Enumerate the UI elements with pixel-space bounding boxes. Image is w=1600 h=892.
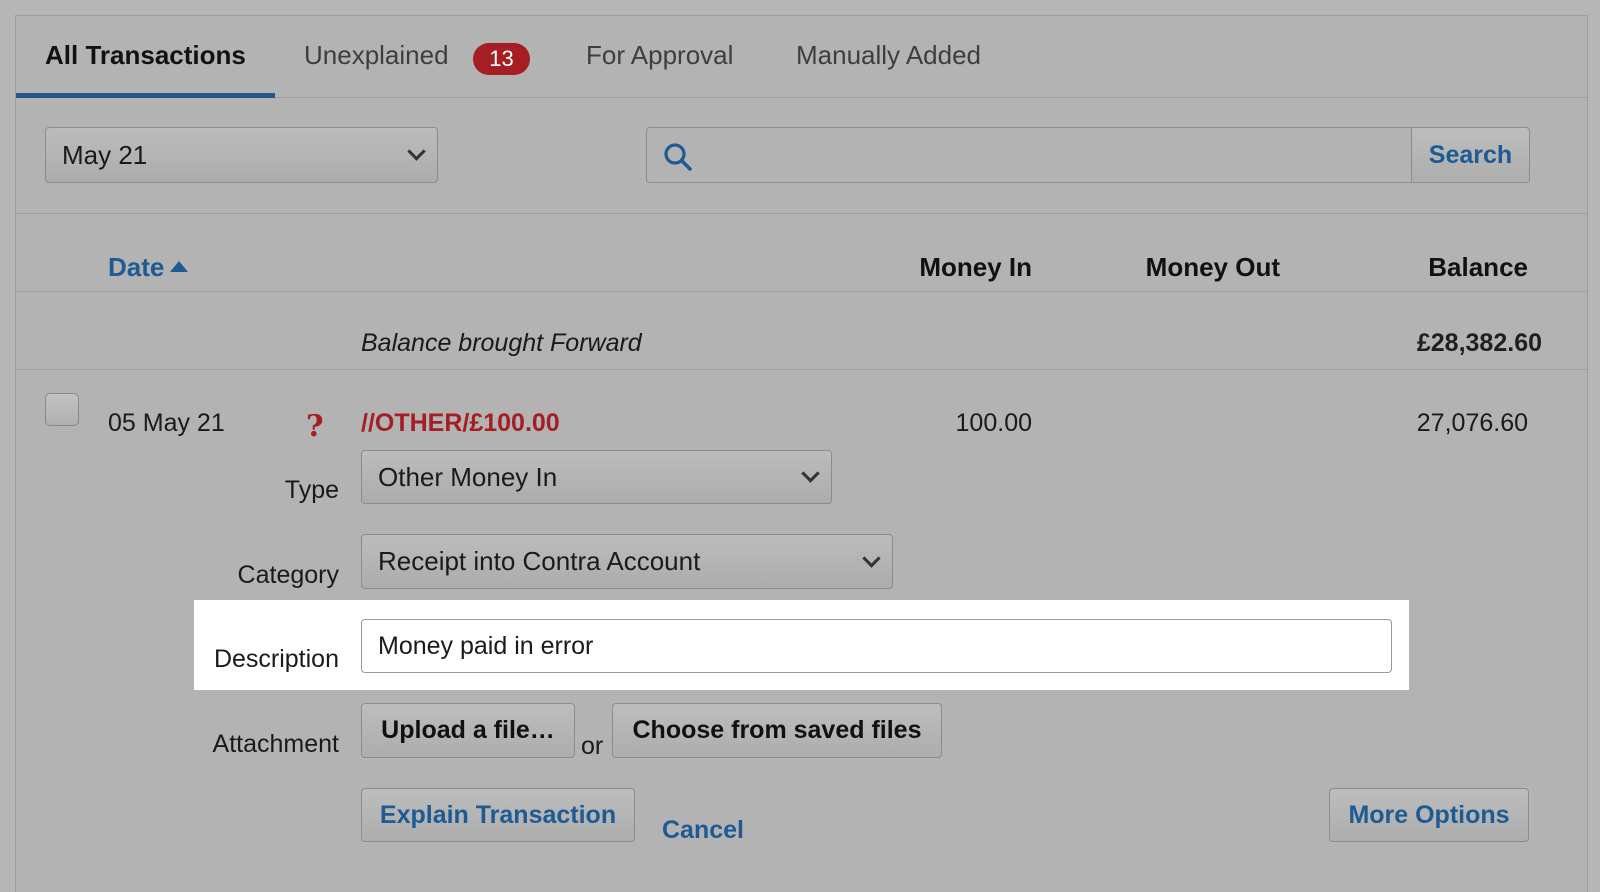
search-icon bbox=[664, 143, 692, 171]
explain-transaction-button[interactable]: Explain Transaction bbox=[361, 788, 635, 842]
tab-bar: All Transactions Unexplained 13 For Appr… bbox=[16, 16, 1587, 98]
category-select-value: Receipt into Contra Account bbox=[378, 546, 701, 576]
description-input[interactable]: Money paid in error bbox=[361, 619, 1392, 673]
tab-all-transactions[interactable]: All Transactions bbox=[45, 40, 246, 98]
unexplained-question-icon: ? bbox=[306, 409, 324, 444]
category-select[interactable]: Receipt into Contra Account bbox=[361, 534, 893, 589]
column-header-date[interactable]: Date bbox=[108, 252, 189, 283]
transaction-reference: //OTHER/£100.00 bbox=[361, 409, 560, 437]
balance-forward-label: Balance brought Forward bbox=[361, 329, 642, 357]
unexplained-count-badge: 13 bbox=[473, 43, 530, 75]
search-button[interactable]: Search bbox=[1411, 128, 1529, 182]
more-options-button[interactable]: More Options bbox=[1329, 788, 1529, 842]
attachment-label: Attachment bbox=[212, 730, 339, 758]
period-select-value: May 21 bbox=[62, 140, 148, 170]
upload-file-button[interactable]: Upload a file… bbox=[361, 703, 575, 758]
cancel-link[interactable]: Cancel bbox=[662, 816, 744, 845]
chevron-down-icon bbox=[801, 464, 820, 483]
type-select[interactable]: Other Money In bbox=[361, 450, 832, 504]
transaction-balance: 27,076.60 bbox=[1416, 409, 1528, 437]
search-box: Search bbox=[646, 127, 1530, 183]
divider bbox=[16, 291, 1587, 292]
or-text: or bbox=[581, 732, 604, 760]
transactions-panel: All Transactions Unexplained 13 For Appr… bbox=[15, 15, 1588, 892]
column-header-date-label: Date bbox=[108, 252, 165, 282]
column-header-money-in: Money In bbox=[919, 252, 1032, 282]
column-header-balance: Balance bbox=[1428, 252, 1528, 282]
tab-for-approval[interactable]: For Approval bbox=[586, 40, 733, 98]
search-input[interactable] bbox=[707, 134, 1387, 176]
description-label: Description bbox=[213, 645, 339, 673]
sort-ascending-icon bbox=[170, 261, 189, 272]
tab-manually-added[interactable]: Manually Added bbox=[796, 40, 981, 98]
divider bbox=[16, 369, 1587, 370]
type-label: Type bbox=[284, 476, 339, 504]
tab-unexplained[interactable]: Unexplained bbox=[304, 40, 449, 98]
period-select[interactable]: May 21 bbox=[45, 127, 438, 183]
type-select-value: Other Money In bbox=[378, 462, 558, 492]
column-header-money-out: Money Out bbox=[1145, 252, 1280, 282]
transaction-date: 05 May 21 bbox=[108, 409, 225, 437]
category-label: Category bbox=[237, 561, 339, 589]
transaction-checkbox[interactable] bbox=[45, 393, 79, 426]
balance-forward-value: £28,382.60 bbox=[1416, 329, 1542, 357]
transaction-money-in: 100.00 bbox=[955, 409, 1032, 437]
divider bbox=[16, 213, 1587, 214]
chevron-down-icon bbox=[407, 142, 426, 161]
choose-saved-files-button[interactable]: Choose from saved files bbox=[612, 703, 942, 758]
active-tab-indicator bbox=[16, 93, 275, 98]
chevron-down-icon bbox=[862, 548, 881, 568]
